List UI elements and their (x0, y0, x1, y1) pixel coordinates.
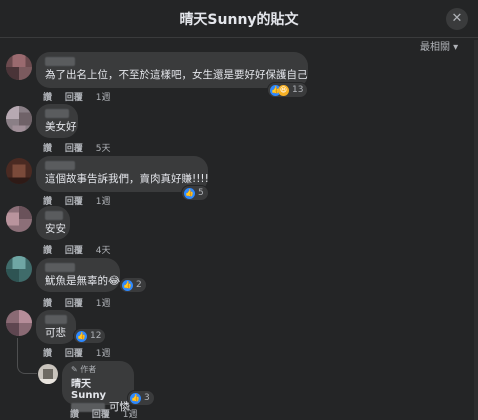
scrollbar-track[interactable] (474, 40, 478, 420)
comment-timestamp[interactable]: 5天 (96, 144, 111, 154)
reply-bubble: ✎ 作者 晴天Sunny 可憐 (62, 361, 134, 413)
comment-bubble: 美女好 (36, 104, 78, 138)
comment-text: 這個故事告訴我們，賣肉真好賺!!!! (45, 173, 209, 185)
reaction-count: 13 (292, 85, 304, 95)
avatar-blurred-icon (6, 206, 32, 232)
close-button[interactable]: ✕ (446, 8, 468, 30)
close-icon: ✕ (451, 11, 463, 26)
author-badge: ✎ 作者 (71, 365, 97, 374)
reply-timestamp[interactable]: 1週 (123, 410, 138, 420)
reply-button[interactable]: 回覆 (65, 349, 83, 359)
comment-bubble: 安安 (36, 206, 70, 240)
like-icon: 👍 (130, 392, 141, 404)
like-button[interactable]: 讚 (43, 246, 52, 256)
avatar[interactable] (6, 54, 32, 80)
avatar[interactable] (6, 206, 32, 232)
comment-bubble: 為了出名上位，不至於這樣吧，女生還是要好好保護自己 (36, 52, 308, 88)
avatar[interactable] (6, 106, 32, 132)
reply-button[interactable]: 回覆 (92, 410, 110, 420)
commenter-name-redacted[interactable] (45, 211, 63, 220)
reaction-summary[interactable]: 👍 3 (128, 391, 154, 405)
comment-text: 為了出名上位，不至於這樣吧，女生還是要好好保護自己 (45, 69, 308, 81)
reply-thread-line (17, 338, 37, 374)
comment-text: 可悲 (45, 327, 66, 339)
comment-text: 美女好 (45, 121, 77, 133)
reaction-summary[interactable]: 👍 2 (120, 278, 146, 292)
comment-timestamp[interactable]: 1週 (96, 299, 111, 309)
commenter-name-redacted[interactable] (45, 315, 67, 324)
comment-bubble: 魷魚是無辜的😂 (36, 258, 120, 292)
sort-dropdown[interactable]: 最相關 ▾ (420, 38, 458, 53)
avatar-blurred-icon (6, 256, 32, 282)
reply-button[interactable]: 回覆 (65, 93, 83, 103)
commenter-name-redacted[interactable] (45, 161, 75, 170)
reaction-summary[interactable]: 👍 5 (182, 186, 208, 200)
avatar-blurred-icon (6, 106, 32, 132)
haha-icon: 😆 (278, 84, 289, 96)
reaction-count: 5 (198, 188, 204, 198)
comment-actions: 讚 回覆 5天 (43, 141, 121, 154)
reply-button[interactable]: 回覆 (65, 246, 83, 256)
like-button[interactable]: 讚 (70, 410, 79, 420)
like-button[interactable]: 讚 (43, 349, 52, 359)
comment-bubble: 這個故事告訴我們，賣肉真好賺!!!! (36, 156, 209, 192)
dialog-title: 晴天Sunny的貼文 (179, 12, 299, 28)
reaction-count: 3 (144, 393, 150, 403)
comment-bubble: 可悲 (36, 310, 76, 344)
commenter-name-redacted[interactable] (45, 57, 75, 66)
comment-text: 安安 (45, 223, 66, 235)
reaction-count: 12 (90, 331, 102, 341)
reaction-summary[interactable]: 👍 😆 13 (268, 83, 308, 97)
dialog-header: 晴天Sunny的貼文 ✕ (0, 0, 478, 38)
comment-timestamp[interactable]: 1週 (96, 93, 111, 103)
comment-actions: 讚 回覆 4天 (43, 243, 121, 256)
reply-button[interactable]: 回覆 (65, 144, 83, 154)
author-name[interactable]: 晴天Sunny (71, 375, 125, 401)
reply-button[interactable]: 回覆 (65, 299, 83, 309)
author-avatar[interactable] (38, 364, 58, 384)
like-icon: 👍 (122, 279, 133, 291)
reply-button[interactable]: 回覆 (65, 197, 83, 207)
commenter-name-redacted[interactable] (45, 109, 69, 118)
like-icon: 👍 (184, 187, 195, 199)
reaction-summary[interactable]: 👍 12 (74, 329, 106, 343)
comment-actions: 讚 回覆 1週 (43, 346, 121, 359)
avatar-photo-icon (38, 364, 58, 384)
like-button[interactable]: 讚 (43, 93, 52, 103)
comment-timestamp[interactable]: 1週 (96, 197, 111, 207)
like-button[interactable]: 讚 (43, 299, 52, 309)
comment-actions: 讚 回覆 1週 (43, 90, 121, 103)
avatar[interactable] (6, 158, 32, 184)
avatar[interactable] (6, 310, 32, 336)
like-button[interactable]: 讚 (43, 144, 52, 154)
like-icon: 👍 (76, 330, 87, 342)
reply-actions: 讚 回覆 1週 (70, 407, 148, 420)
avatar[interactable] (6, 256, 32, 282)
comment-actions: 讚 回覆 1週 (43, 296, 121, 309)
comment-timestamp[interactable]: 4天 (96, 246, 111, 256)
avatar-blurred-icon (6, 54, 32, 80)
comment-text: 魷魚是無辜的😂 (45, 275, 121, 287)
comment-timestamp[interactable]: 1週 (96, 349, 111, 359)
commenter-name-redacted[interactable] (45, 263, 75, 272)
avatar-blurred-icon (6, 310, 32, 336)
reaction-count: 2 (136, 280, 142, 290)
avatar-blurred-icon (6, 158, 32, 184)
